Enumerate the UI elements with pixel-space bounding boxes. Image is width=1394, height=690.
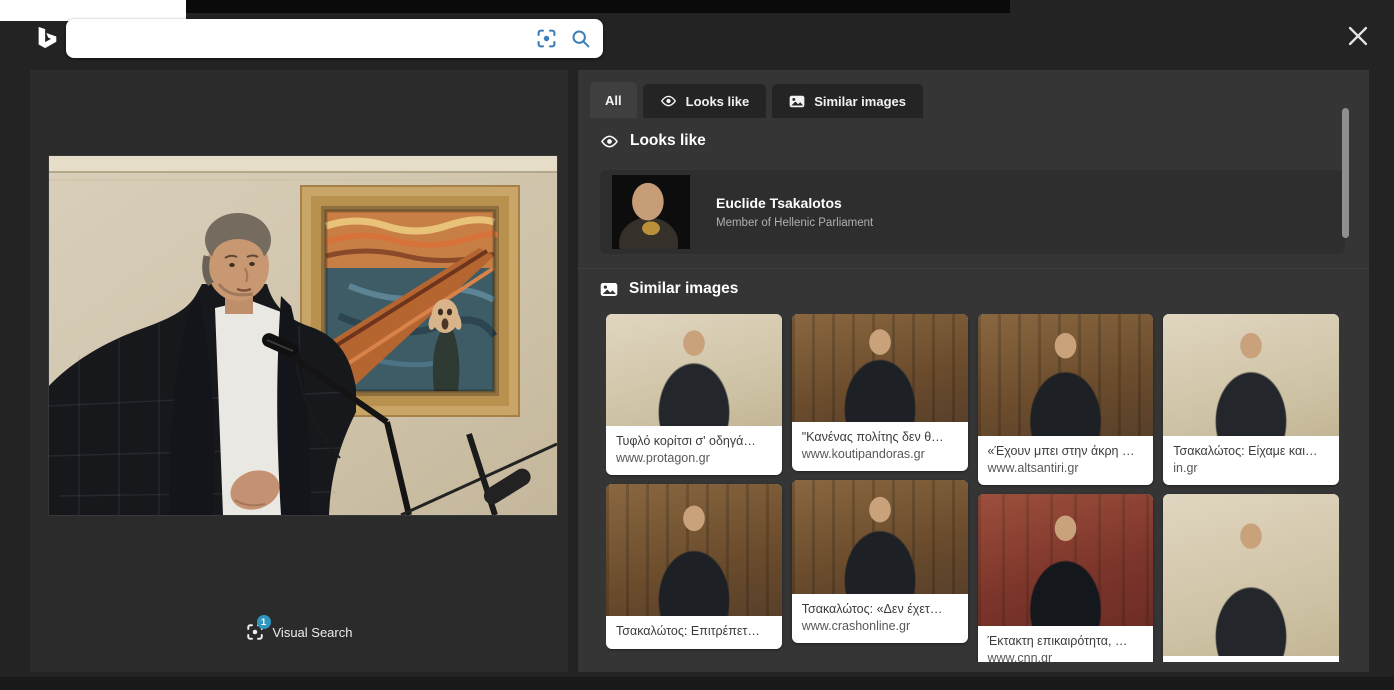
similar-images-header: Similar images <box>600 280 738 298</box>
similar-image-title: Τυφλό κορίτσι σ' οδηγά… <box>616 433 772 450</box>
person-thumbnail <box>612 175 690 249</box>
tab-similar-images-label: Similar images <box>814 94 906 109</box>
grid-column: Τυφλό κορίτσι σ' οδηγά… www.protagon.gr … <box>606 314 782 662</box>
person-name: Euclide Tsakalotos <box>716 195 873 211</box>
similar-image-thumbnail <box>792 314 968 422</box>
similar-image-card[interactable]: Τσακαλώτος: Είχαμε και… in.gr <box>1163 314 1339 485</box>
similar-image-source: www.altsantiri.gr <box>988 460 1144 477</box>
similar-image-title: Έκτακτη επικαιρότητα, … <box>988 633 1144 650</box>
similar-image-title: «Έχουν μπει στην άκρη … <box>988 443 1144 460</box>
preview-panel: 1 Visual Search <box>30 70 568 672</box>
similar-image-source: www.protagon.gr <box>616 450 772 467</box>
similar-image-thumbnail <box>978 494 1154 626</box>
similar-image-title: Τσακαλώτος: Είχαμε και… <box>1173 443 1329 460</box>
close-icon[interactable] <box>1340 18 1376 54</box>
search-icon[interactable] <box>569 28 591 50</box>
grid-column: «Έχουν μπει στην άκρη … www.altsantiri.g… <box>978 314 1154 662</box>
visual-search-icon[interactable] <box>535 28 557 50</box>
tab-all[interactable]: All <box>590 82 637 118</box>
similar-image-thumbnail <box>606 484 782 616</box>
similar-image-thumbnail <box>1163 314 1339 436</box>
top-black-bar <box>186 0 1010 13</box>
similar-image-card[interactable]: Τσακαλώτος: «Δεν έχετ… www.crashonline.g… <box>792 480 968 643</box>
tab-all-label: All <box>605 93 622 108</box>
search-input[interactable] <box>80 23 523 55</box>
visual-search-badge: 1 <box>257 615 271 629</box>
similar-image-card[interactable]: «Έχουν μπει στην άκρη … www.altsantiri.g… <box>978 314 1154 485</box>
search-bar <box>66 19 603 58</box>
similar-image-thumbnail <box>978 314 1154 436</box>
grid-column: Τσακαλώτος: Είχαμε και… in.gr Τσακαλώτος… <box>1163 314 1339 662</box>
person-subtitle: Member of Hellenic Parliament <box>716 217 873 229</box>
similar-image-card[interactable]: Τυφλό κορίτσι σ' οδηγά… www.protagon.gr <box>606 314 782 475</box>
eye-icon <box>600 135 619 148</box>
bing-logo-icon <box>34 23 60 53</box>
similar-image-card[interactable]: Τσακαλώτος: Υπάρχουν… <box>1163 494 1339 662</box>
similar-image-thumbnail <box>1163 494 1339 656</box>
similar-image-source: www.cnn.gr <box>988 650 1144 663</box>
visual-search-overlay: 1 Visual Search All Looks like <box>0 0 1394 690</box>
query-image-art <box>49 156 557 515</box>
similar-image-source: www.koutipandoras.gr <box>802 446 958 463</box>
bing-logo[interactable] <box>31 19 63 57</box>
looks-like-title: Looks like <box>630 132 706 150</box>
scrollbar-thumb[interactable] <box>1342 108 1349 238</box>
grid-column: "Κανένας πολίτης δεν θ… www.koutipandora… <box>792 314 968 662</box>
looks-like-header: Looks like <box>600 132 706 150</box>
bottom-strip <box>0 677 1394 690</box>
similar-image-title: "Κανένας πολίτης δεν θ… <box>802 429 958 446</box>
page-background-notch <box>0 0 186 21</box>
query-image[interactable] <box>49 156 557 515</box>
tab-similar-images[interactable]: Similar images <box>772 84 923 118</box>
image-icon <box>600 282 618 297</box>
similar-image-thumbnail <box>606 314 782 426</box>
similar-image-title: Τσακαλώτος: Επιτρέπετ… <box>616 623 772 640</box>
visual-search-footer-button[interactable]: 1 Visual Search <box>30 614 568 650</box>
results-tabs: All Looks like Similar images <box>590 82 923 118</box>
similar-image-thumbnail <box>792 480 968 594</box>
tab-looks-like-label: Looks like <box>686 94 750 109</box>
similar-image-title: Τσακαλώτος: «Δεν έχετ… <box>802 601 958 618</box>
eye-icon <box>660 95 677 107</box>
image-icon <box>789 95 805 108</box>
visual-search-label: Visual Search <box>273 625 353 640</box>
similar-image-source: www.crashonline.gr <box>802 618 958 635</box>
results-panel: All Looks like Similar images <box>578 70 1369 672</box>
person-result-card[interactable]: Euclide Tsakalotos Member of Hellenic Pa… <box>600 170 1345 254</box>
visual-search-icon: 1 <box>246 623 264 641</box>
similar-images-grid: Τυφλό κορίτσι σ' οδηγά… www.protagon.gr … <box>606 314 1339 662</box>
similar-image-card[interactable]: Τσακαλώτος: Επιτρέπετ… <box>606 484 782 649</box>
similar-image-source: in.gr <box>1173 460 1329 477</box>
tab-looks-like[interactable]: Looks like <box>643 84 767 118</box>
similar-images-title: Similar images <box>629 280 738 298</box>
similar-image-card[interactable]: "Κανένας πολίτης δεν θ… www.koutipandora… <box>792 314 968 471</box>
section-divider <box>578 268 1369 269</box>
similar-image-card[interactable]: Έκτακτη επικαιρότητα, … www.cnn.gr <box>978 494 1154 662</box>
